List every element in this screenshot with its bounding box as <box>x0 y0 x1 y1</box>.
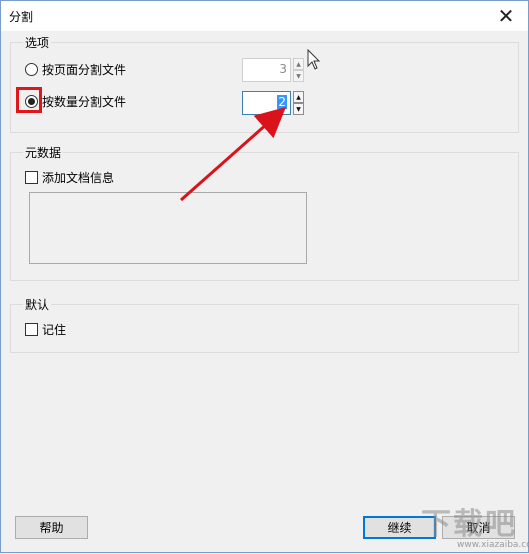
annotation-arrow <box>180 107 286 202</box>
watermark-logo: 下载吧 www.xiazaiba.com <box>421 499 529 554</box>
watermark-url: www.xiazaiba.com <box>457 540 529 550</box>
split-dialog: 分割 ✕ 选项 按页面分割文件 3 ▲ ▼ 按数量分割文件 2 ▲ ▼ 元数据 … <box>0 0 529 553</box>
watermark-text: 下载吧 <box>421 507 517 542</box>
